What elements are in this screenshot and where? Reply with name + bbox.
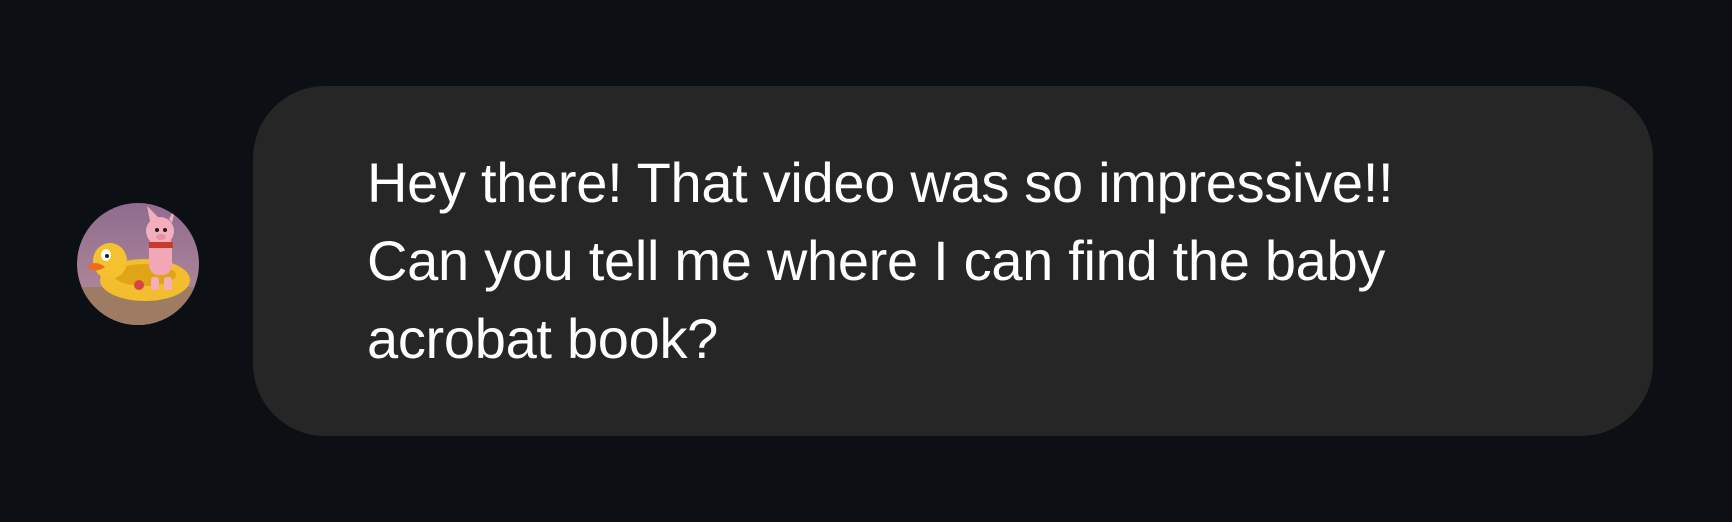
message-bubble[interactable]: Hey there! That video was so impressive!…	[253, 86, 1653, 436]
chat-screen: Hey there! That video was so impressive!…	[0, 0, 1732, 522]
cartoon-avatar-icon	[77, 203, 199, 325]
sender-avatar[interactable]	[77, 203, 199, 325]
message-text: Hey there! That video was so impressive!…	[367, 151, 1394, 370]
